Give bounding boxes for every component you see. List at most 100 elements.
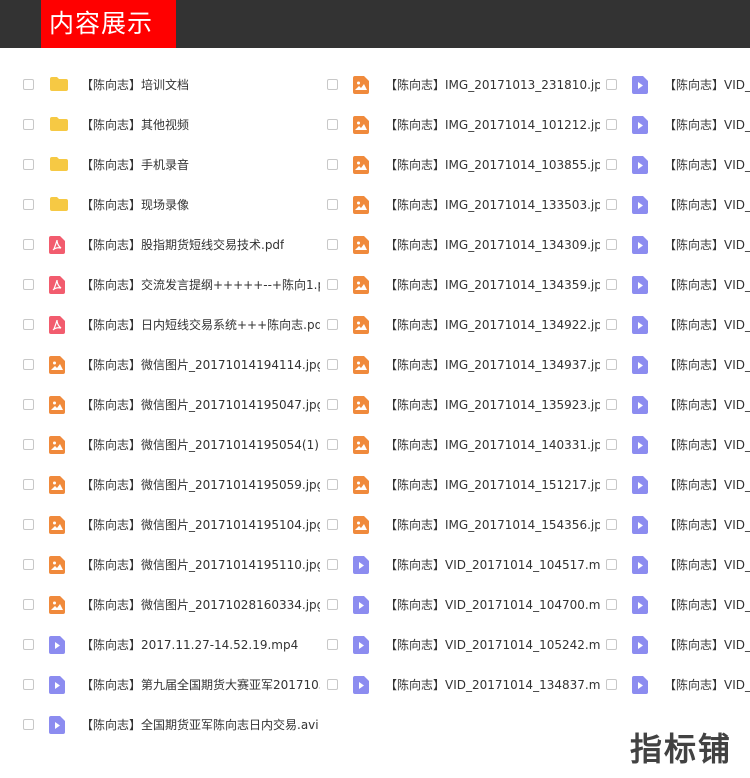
file-checkbox[interactable] [23, 238, 34, 250]
file-item[interactable]: 【陈向志】培训文档 [20, 64, 320, 104]
file-item[interactable]: 【陈向志】VID_2 [603, 624, 750, 664]
file-item[interactable]: 【陈向志】IMG_20171014_134309.jpg [324, 224, 600, 264]
file-item[interactable]: 【陈向志】微信图片_20171014195110.jpg [20, 544, 320, 584]
file-item[interactable]: 【陈向志】VID_2 [603, 264, 750, 304]
file-checkbox[interactable] [327, 238, 338, 250]
file-name[interactable]: 【陈向志】IMG_20171014_134922.jpg [385, 316, 600, 333]
file-checkbox[interactable] [606, 158, 617, 170]
file-item[interactable]: 【陈向志】日内短线交易系统+++陈向志.pdf [20, 304, 320, 344]
file-checkbox[interactable] [606, 478, 617, 490]
file-checkbox[interactable] [327, 638, 338, 650]
file-item[interactable]: 【陈向志】VID_2 [603, 224, 750, 264]
file-item[interactable]: 【陈向志】VID_2 [603, 504, 750, 544]
file-item[interactable]: 【陈向志】VID_2 [603, 64, 750, 104]
file-checkbox[interactable] [23, 198, 34, 210]
file-name[interactable]: 【陈向志】微信图片_20171014195104.jpg [81, 516, 320, 533]
file-checkbox[interactable] [606, 438, 617, 450]
file-item[interactable]: 【陈向志】手机录音 [20, 144, 320, 184]
file-checkbox[interactable] [327, 558, 338, 570]
file-name[interactable]: 【陈向志】VID_2 [664, 396, 750, 413]
file-checkbox[interactable] [327, 78, 338, 90]
file-name[interactable]: 【陈向志】IMG_20171013_231810.jpg [385, 76, 600, 93]
file-item[interactable]: 【陈向志】VID_20171014_104700.mp4 [324, 584, 600, 624]
file-checkbox[interactable] [327, 158, 338, 170]
file-item[interactable]: 【陈向志】第九届全国期货大赛亚军20171030 [20, 664, 320, 704]
file-checkbox[interactable] [327, 358, 338, 370]
file-name[interactable]: 【陈向志】培训文档 [81, 76, 189, 93]
file-item[interactable]: 【陈向志】VID_2 [603, 104, 750, 144]
file-name[interactable]: 【陈向志】IMG_20171014_154356.jpg [385, 516, 600, 533]
file-checkbox[interactable] [606, 398, 617, 410]
file-item[interactable]: 【陈向志】微信图片_20171014195047.jpg [20, 384, 320, 424]
file-name[interactable]: 【陈向志】微信图片_20171014195059.jpg [81, 476, 320, 493]
file-checkbox[interactable] [606, 238, 617, 250]
file-name[interactable]: 【陈向志】VID_2 [664, 76, 750, 93]
file-checkbox[interactable] [23, 118, 34, 130]
file-name[interactable]: 【陈向志】VID_2 [664, 236, 750, 253]
file-name[interactable]: 【陈向志】VID_2 [664, 676, 750, 693]
file-item[interactable]: 【陈向志】VID_2 [603, 424, 750, 464]
file-item[interactable]: 【陈向志】VID_2 [603, 544, 750, 584]
file-name[interactable]: 【陈向志】微信图片_20171014195047.jpg [81, 396, 320, 413]
file-checkbox[interactable] [327, 118, 338, 130]
file-checkbox[interactable] [23, 158, 34, 170]
file-checkbox[interactable] [327, 598, 338, 610]
file-name[interactable]: 【陈向志】IMG_20171014_134309.jpg [385, 236, 600, 253]
file-name[interactable]: 【陈向志】VID_2 [664, 316, 750, 333]
file-item[interactable]: 【陈向志】VID_20171014_104517.mp4 [324, 544, 600, 584]
file-item[interactable]: 【陈向志】微信图片_20171014195104.jpg [20, 504, 320, 544]
file-name[interactable]: 【陈向志】日内短线交易系统+++陈向志.pdf [81, 316, 320, 333]
file-item[interactable]: 【陈向志】现场录像 [20, 184, 320, 224]
file-item[interactable]: 【陈向志】IMG_20171014_154356.jpg [324, 504, 600, 544]
file-checkbox[interactable] [23, 638, 34, 650]
file-checkbox[interactable] [327, 398, 338, 410]
file-name[interactable]: 【陈向志】IMG_20171014_134359.jpg [385, 276, 600, 293]
file-item[interactable]: 【陈向志】IMG_20171014_151217.jpg [324, 464, 600, 504]
file-name[interactable]: 【陈向志】现场录像 [81, 196, 189, 213]
file-name[interactable]: 【陈向志】IMG_20171014_135923.jpg [385, 396, 600, 413]
file-checkbox[interactable] [606, 318, 617, 330]
file-name[interactable]: 【陈向志】VID_20171014_104517.mp4 [385, 556, 600, 573]
file-item[interactable]: 【陈向志】IMG_20171014_134359.jpg [324, 264, 600, 304]
file-checkbox[interactable] [327, 198, 338, 210]
file-item[interactable]: 【陈向志】交流发言提纲+++++--+陈向1.pdf [20, 264, 320, 304]
file-item[interactable]: 【陈向志】IMG_20171013_231810.jpg [324, 64, 600, 104]
file-item[interactable]: 【陈向志】VID_2 [603, 584, 750, 624]
file-item[interactable]: 【陈向志】VID_2 [603, 184, 750, 224]
file-name[interactable]: 【陈向志】VID_2 [664, 356, 750, 373]
file-checkbox[interactable] [327, 438, 338, 450]
file-item[interactable]: 【陈向志】VID_2 [603, 144, 750, 184]
file-name[interactable]: 【陈向志】IMG_20171014_133503.jpg [385, 196, 600, 213]
file-item[interactable]: 【陈向志】VID_2 [603, 384, 750, 424]
file-checkbox[interactable] [23, 678, 34, 690]
file-checkbox[interactable] [23, 598, 34, 610]
file-name[interactable]: 【陈向志】微信图片_20171014195110.jpg [81, 556, 320, 573]
file-name[interactable]: 【陈向志】VID_2 [664, 116, 750, 133]
file-item[interactable]: 【陈向志】IMG_20171014_103855.jpg [324, 144, 600, 184]
file-item[interactable]: 【陈向志】股指期货短线交易技术.pdf [20, 224, 320, 264]
file-item[interactable]: 【陈向志】微信图片_20171014195054(1).jpg [20, 424, 320, 464]
file-name[interactable]: 【陈向志】微信图片_20171028160334.jpg [81, 596, 320, 613]
file-item[interactable]: 【陈向志】微信图片_20171028160334.jpg [20, 584, 320, 624]
file-name[interactable]: 【陈向志】VID_20171014_134837.mp4 [385, 676, 600, 693]
file-name[interactable]: 【陈向志】VID_2 [664, 636, 750, 653]
file-name[interactable]: 【陈向志】全国期货亚军陈向志日内交易.avi [81, 716, 319, 733]
file-name[interactable]: 【陈向志】VID_2 [664, 516, 750, 533]
file-item[interactable]: 【陈向志】IMG_20171014_140331.jpg [324, 424, 600, 464]
file-name[interactable]: 【陈向志】VID_2 [664, 276, 750, 293]
file-item[interactable]: 【陈向志】微信图片_20171014194114.jpg [20, 344, 320, 384]
file-checkbox[interactable] [23, 78, 34, 90]
file-name[interactable]: 【陈向志】其他视频 [81, 116, 189, 133]
file-checkbox[interactable] [23, 398, 34, 410]
file-checkbox[interactable] [606, 198, 617, 210]
file-name[interactable]: 【陈向志】VID_2 [664, 436, 750, 453]
file-item[interactable]: 【陈向志】其他视频 [20, 104, 320, 144]
file-checkbox[interactable] [327, 318, 338, 330]
file-item[interactable]: 【陈向志】微信图片_20171014195059.jpg [20, 464, 320, 504]
file-name[interactable]: 【陈向志】VID_2 [664, 596, 750, 613]
file-item[interactable]: 【陈向志】VID_2 [603, 664, 750, 704]
file-item[interactable]: 【陈向志】VID_20171014_134837.mp4 [324, 664, 600, 704]
file-checkbox[interactable] [606, 518, 617, 530]
file-name[interactable]: 【陈向志】IMG_20171014_151217.jpg [385, 476, 600, 493]
file-item[interactable]: 【陈向志】IMG_20171014_101212.jpg [324, 104, 600, 144]
